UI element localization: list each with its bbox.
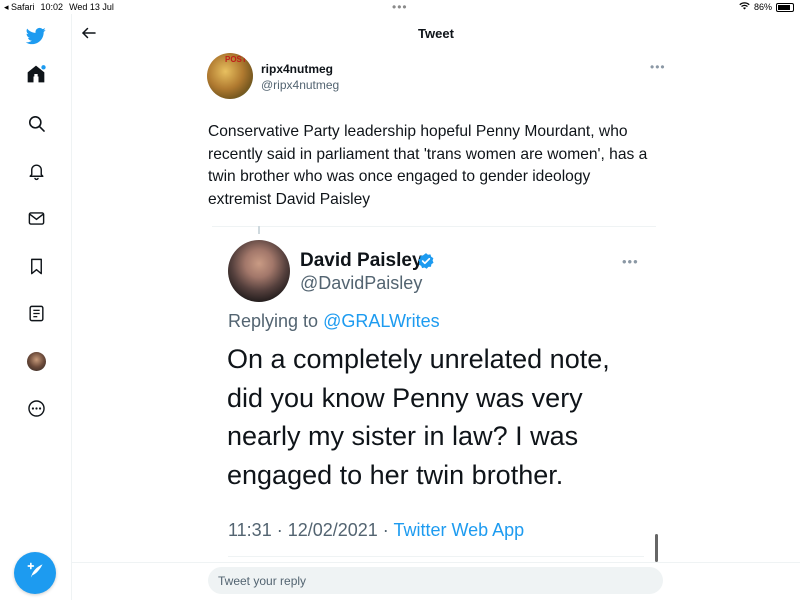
multitasking-dots[interactable]: •••: [392, 0, 408, 14]
compose-button[interactable]: [14, 552, 56, 594]
embedded-author-name: David Paisley: [300, 250, 423, 271]
verified-badge-icon: [417, 252, 435, 270]
status-right: 86%: [739, 2, 794, 12]
scrollbar[interactable]: [655, 534, 658, 562]
embedded-avatar: [228, 240, 290, 302]
thread-line: [258, 226, 260, 234]
avatar-logo-text: POST: [225, 55, 247, 64]
replying-prefix: Replying to: [228, 311, 324, 331]
status-bar: ◂ Safari 10:02 Wed 13 Jul ••• 86%: [0, 0, 800, 14]
bird-icon[interactable]: [24, 24, 48, 48]
embedded-more-icon: •••: [622, 254, 639, 269]
compose-icon: [25, 561, 45, 586]
bell-icon[interactable]: [24, 159, 48, 183]
status-time: 10:02: [40, 2, 64, 12]
replying-mention: @GRALWrites: [323, 311, 440, 331]
divider: [72, 562, 800, 563]
divider: [212, 226, 656, 227]
embedded-timestamp: 11:31 · 12/02/2021 ·: [228, 520, 394, 540]
embedded-source-app: Twitter Web App: [393, 520, 525, 540]
more-circle-icon[interactable]: [24, 396, 48, 420]
page-title: Tweet: [418, 26, 454, 41]
home-icon[interactable]: [24, 62, 48, 86]
search-icon[interactable]: [24, 111, 48, 135]
header: Tweet: [72, 14, 800, 52]
wifi-icon: [739, 2, 750, 12]
back-to-app-link[interactable]: ◂ Safari: [4, 2, 35, 13]
avatar[interactable]: [24, 349, 48, 373]
list-icon[interactable]: [24, 301, 48, 325]
author-name[interactable]: ripx4nutmeg: [261, 62, 333, 76]
author-avatar[interactable]: POST: [207, 53, 253, 99]
author-handle[interactable]: @ripx4nutmeg: [261, 78, 339, 92]
embedded-tweet-meta: 11:31 · 12/02/2021 · Twitter Web App: [228, 520, 524, 541]
tweet-text: Conservative Party leadership hopeful Pe…: [208, 123, 648, 208]
bookmark-icon[interactable]: [24, 254, 48, 278]
battery-icon: [776, 2, 794, 12]
mail-icon[interactable]: [24, 206, 48, 230]
battery-percent: 86%: [753, 2, 772, 12]
embedded-author-handle: @DavidPaisley: [300, 273, 423, 293]
replying-to-line: Replying to @GRALWrites: [228, 311, 440, 332]
reply-input[interactable]: [208, 567, 663, 594]
more-options-icon[interactable]: •••: [650, 60, 666, 74]
status-left: ◂ Safari 10:02 Wed 13 Jul: [4, 2, 114, 13]
status-date: Wed 13 Jul: [69, 2, 114, 12]
divider: [228, 556, 644, 557]
embedded-tweet-text: On a completely unrelated note, did you …: [227, 344, 610, 490]
sidebar: [0, 14, 72, 600]
